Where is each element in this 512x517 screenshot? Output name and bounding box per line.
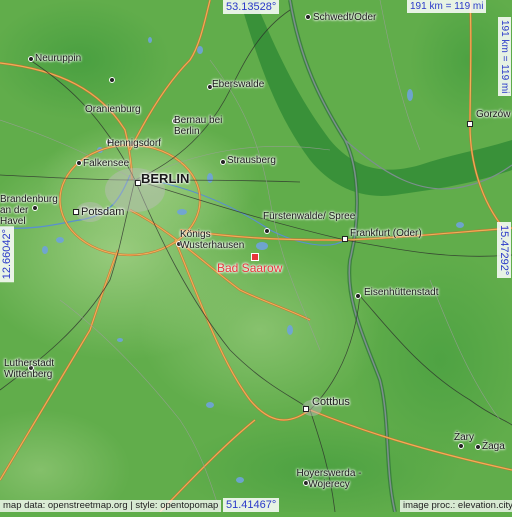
city-label-gorzow[interactable]: Gorzów (476, 109, 510, 120)
town-label-hennigsdorf[interactable]: Hennigsdorf (107, 138, 161, 149)
scale-vertical: 191 km = 119 mi (498, 17, 511, 97)
city-label-cottbus[interactable]: Cottbus (312, 397, 350, 408)
latitude-bottom-label: 51.41467° (223, 498, 280, 512)
town-label-fuerstenwalde[interactable]: Fürstenwalde/ Spree (263, 211, 358, 222)
city-marker (342, 236, 348, 242)
highlight-label[interactable]: Bad Saarow (217, 262, 282, 275)
town-label-zaga[interactable]: Żaga (482, 441, 505, 452)
town-label-oranienburg[interactable]: Oranienburg (85, 104, 141, 115)
latitude-top-label: 53.13528° (223, 0, 280, 14)
town-label-neuruppin[interactable]: Neuruppin (35, 53, 81, 64)
town-label-bernau[interactable]: Bernau bei Berlin (174, 115, 230, 137)
town-label-strausberg[interactable]: Strausberg (227, 155, 276, 166)
city-marker (73, 209, 79, 215)
town-marker (220, 159, 226, 165)
location-marker[interactable] (251, 253, 259, 261)
town-marker (475, 444, 481, 450)
processing-credit: image proc.: elevation.city (400, 500, 512, 512)
town-marker (355, 293, 361, 299)
city-label-potsdam[interactable]: Potsdam (81, 207, 124, 218)
longitude-left-label: 12.66042° (0, 226, 14, 283)
city-label-frankfurt-oder[interactable]: Frankfurt (Oder) (350, 228, 422, 239)
map-credit: map data: openstreetmap.org | style: ope… (0, 500, 222, 512)
town-label-brandenburg[interactable]: Brandenburg an der Havel (0, 194, 58, 227)
city-label-berlin[interactable]: BERLIN (141, 172, 189, 186)
town-label-koenigs-wusterhausen[interactable]: Königs Wusterhausen (180, 229, 260, 251)
town-label-eberswalde[interactable]: Eberswalde (212, 79, 264, 90)
town-label-schwedt[interactable]: Schwedt/Oder (313, 12, 376, 23)
town-marker (305, 14, 311, 20)
town-marker (28, 56, 34, 62)
town-label-wittenberg[interactable]: Lutherstadt Wittenberg (4, 358, 70, 380)
town-label-falkensee[interactable]: Falkensee (83, 158, 129, 169)
town-label-eisenhuettenstadt[interactable]: Eisenhüttenstadt (364, 287, 439, 298)
town-marker (264, 228, 270, 234)
scale-horizontal: 191 km = 119 mi (407, 0, 487, 13)
town-marker (76, 160, 82, 166)
city-marker (303, 406, 309, 412)
longitude-right-label: 15.47292° (497, 222, 511, 279)
town-marker (458, 443, 464, 449)
town-label-zary[interactable]: Żary (454, 432, 474, 443)
terrain-map[interactable]: BERLIN Potsdam Frankfurt (Oder) Cottbus … (0, 0, 512, 517)
city-marker (467, 121, 473, 127)
town-label-hoyerswerda[interactable]: Hoyerswerda - Wojerecy (295, 468, 363, 490)
town-marker (109, 77, 115, 83)
